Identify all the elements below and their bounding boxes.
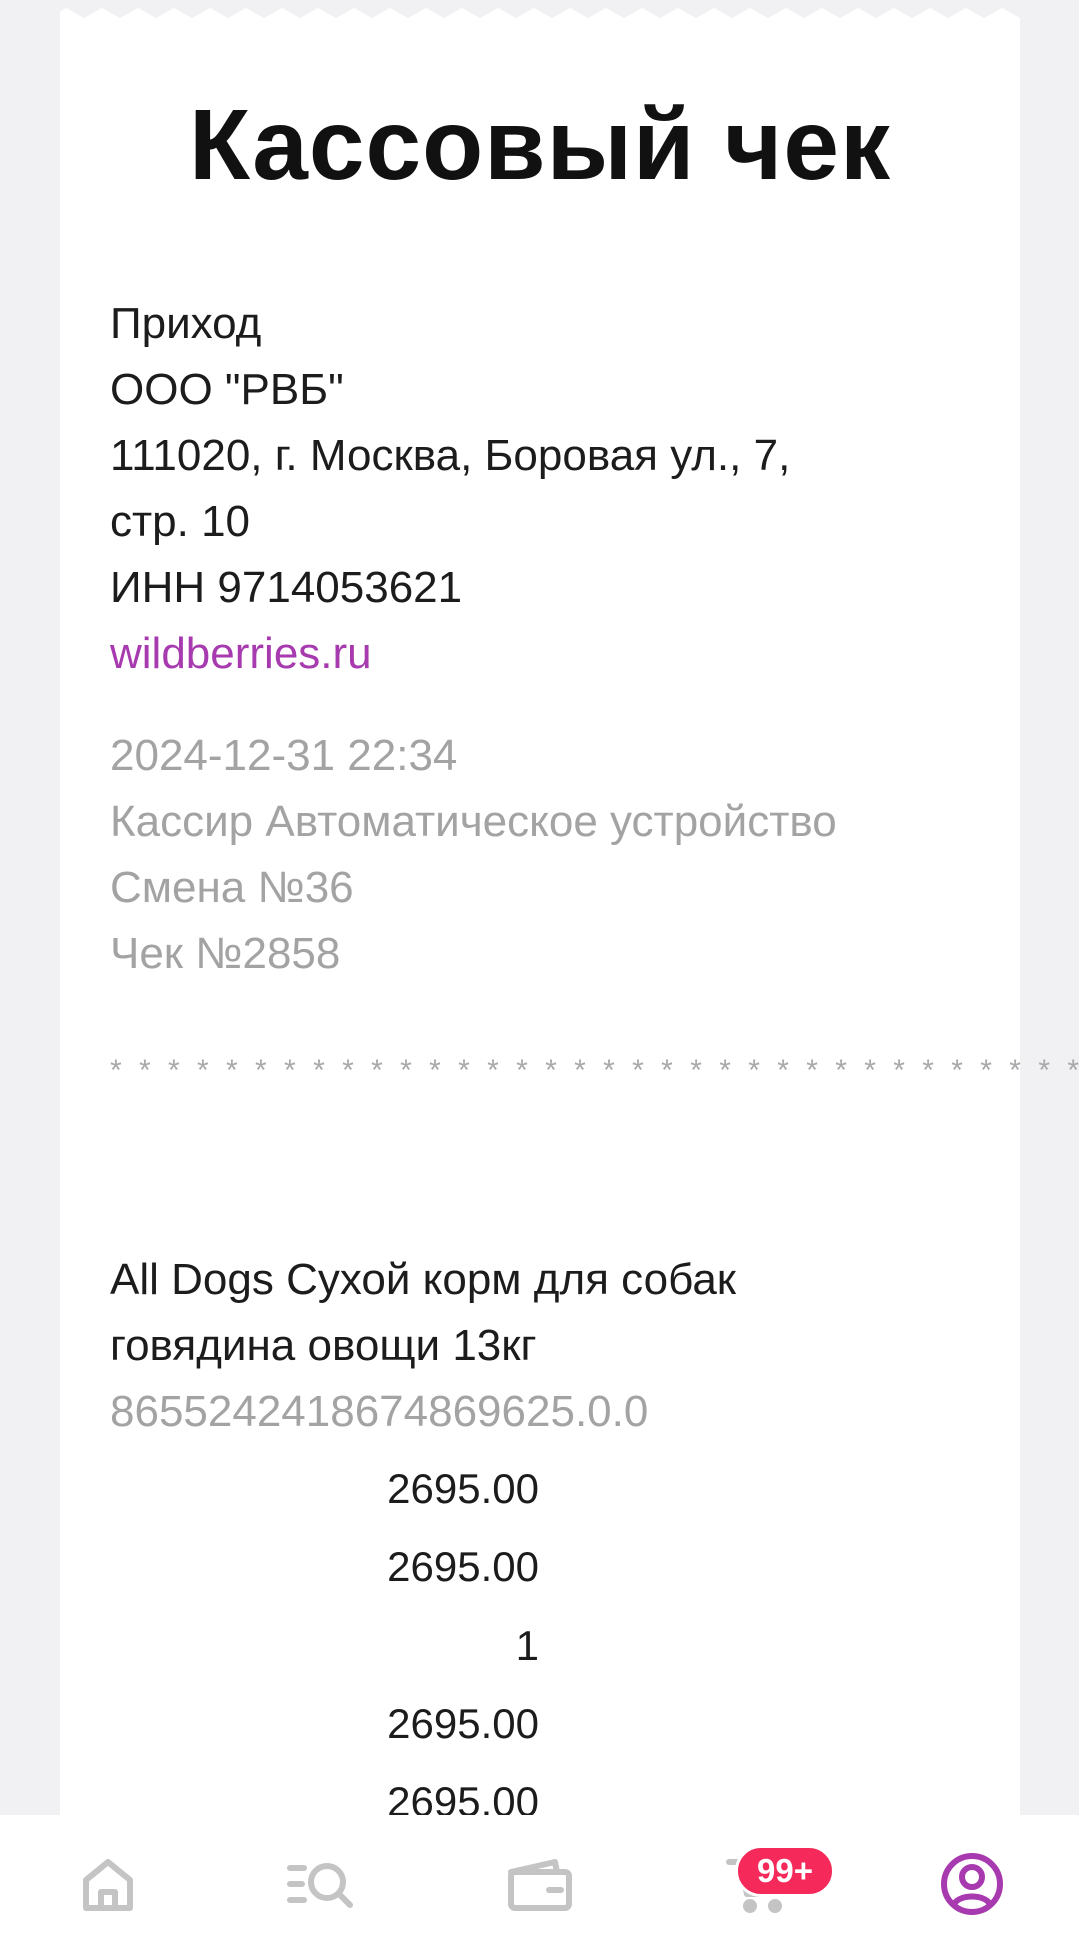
address-line-2: стр. 10: [110, 497, 251, 546]
company-name: ООО "РВБ": [110, 365, 344, 414]
home-icon: [83, 1859, 133, 1911]
item-code: 8655242418674869625.0.0: [110, 1387, 649, 1436]
address-line-1: 111020, г. Москва, Боровая ул., 7,: [110, 431, 791, 480]
shift-number: Смена №36: [110, 863, 354, 912]
receipt-title: Кассовый чек: [188, 89, 892, 201]
nav-wallet-button[interactable]: [495, 1839, 585, 1929]
item-price: 2695.00: [387, 1465, 539, 1512]
item-quantity: 1: [515, 1622, 539, 1669]
nav-profile-button[interactable]: [927, 1839, 1017, 1929]
operation-type: Приход: [110, 299, 262, 348]
inn: ИНН 9714053621: [110, 563, 463, 612]
item-name-line-1: All Dogs Сухой корм для собак: [110, 1255, 737, 1304]
wallet-icon: [508, 1859, 572, 1911]
separator: * * * * * * * * * * * * * * * * * * * * …: [110, 1054, 1079, 1087]
catalog-search-icon: [287, 1863, 353, 1908]
cart-count-badge: 99+: [735, 1845, 835, 1897]
item-price-with-discount: 2695.00: [387, 1543, 539, 1590]
website-link[interactable]: wildberries.ru: [110, 632, 372, 676]
nav-catalog-search-button[interactable]: [277, 1839, 367, 1929]
profile-icon: [941, 1853, 1003, 1915]
receipt-zigzag-edge: [60, 0, 1020, 18]
cashier: Кассир Автоматическое устройство: [110, 797, 837, 846]
bottom-navigation-bar: 99+: [0, 1815, 1079, 1954]
receipt-datetime: 2024-12-31 22:34: [110, 731, 458, 780]
receipt-number: Чек №2858: [110, 929, 341, 978]
nav-home-button[interactable]: [63, 1839, 153, 1929]
item-name-line-2: говядина овощи 13кг: [110, 1321, 537, 1370]
item-sum: 2695.00: [387, 1700, 539, 1747]
